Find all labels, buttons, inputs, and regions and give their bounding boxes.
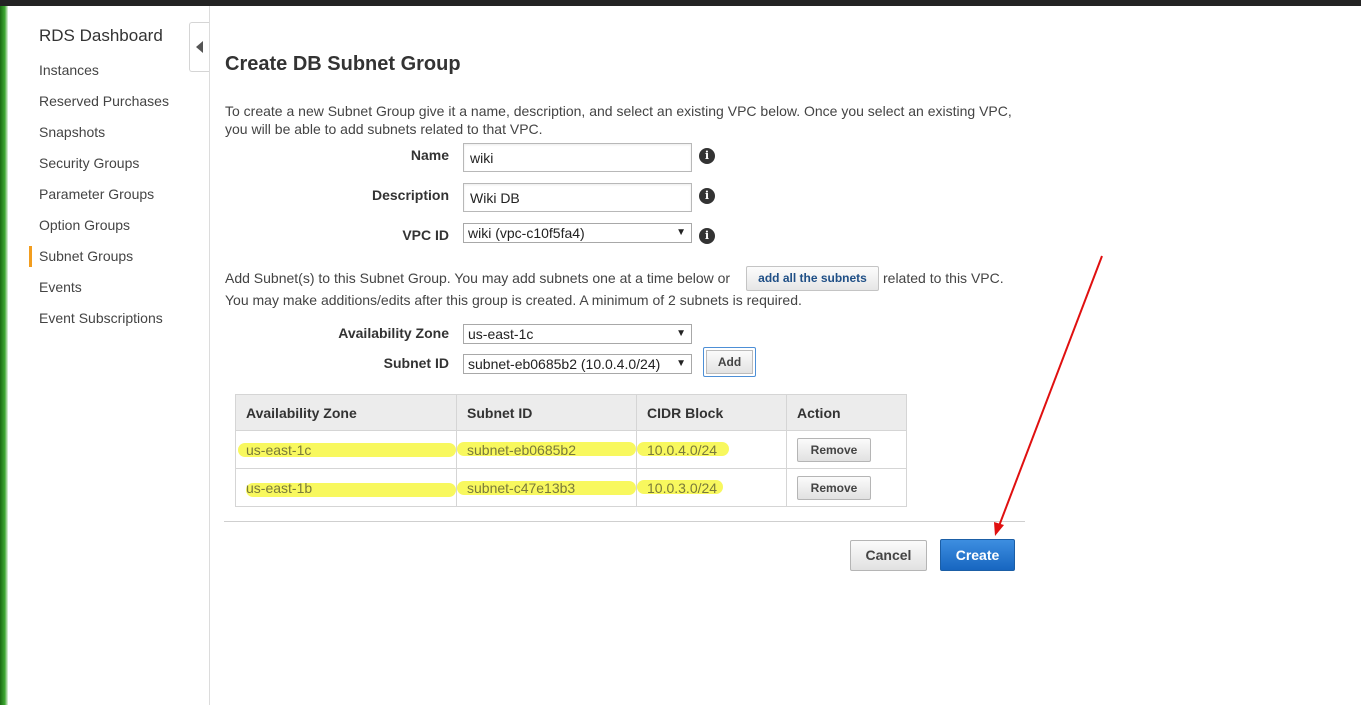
cell-availability-zone: us-east-1c <box>246 441 312 458</box>
annotation-arrow <box>994 255 1103 536</box>
cell-availability-zone: us-east-1b <box>246 479 313 496</box>
cell-subnet-id: subnet-eb0685b2 <box>467 441 576 458</box>
cell-cidr-block: 10.0.3.0/24 <box>647 479 718 496</box>
cell-cidr-block: 10.0.4.0/24 <box>647 441 718 458</box>
cell-subnet-id: subnet-c47e13b3 <box>467 479 576 496</box>
